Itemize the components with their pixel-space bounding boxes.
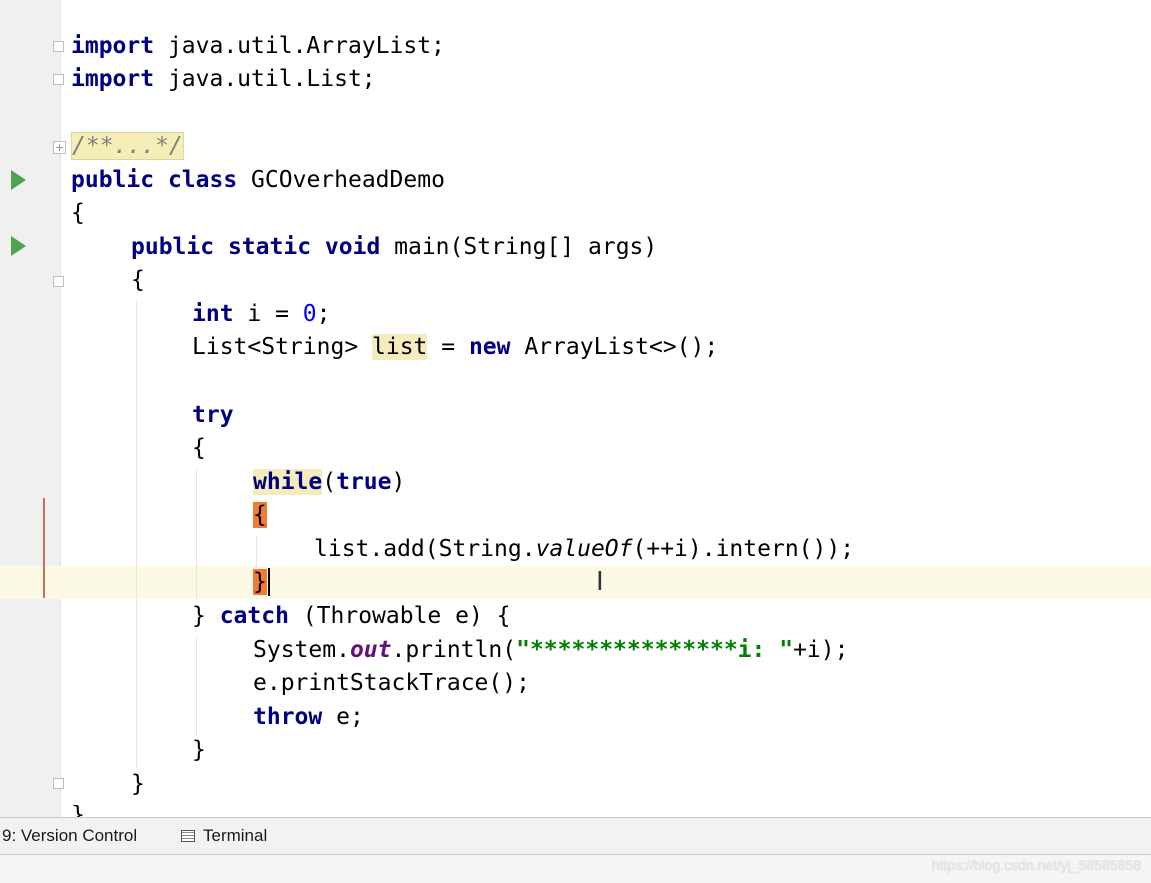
keyword: catch bbox=[219, 603, 289, 629]
code-text: ) bbox=[391, 469, 406, 495]
fold-marker-icon[interactable] bbox=[53, 41, 64, 52]
indent-guide bbox=[196, 636, 197, 736]
code-line-class-open[interactable]: { bbox=[71, 197, 85, 230]
brace: } bbox=[71, 805, 85, 817]
gutter-divider bbox=[60, 0, 61, 817]
fold-marker-icon[interactable] bbox=[53, 74, 64, 85]
matched-brace: } bbox=[253, 569, 267, 595]
indent-guide bbox=[136, 300, 137, 768]
keyword: public bbox=[131, 234, 215, 260]
code-text: (Throwable e) { bbox=[288, 603, 511, 629]
brace: { bbox=[192, 435, 206, 461]
terminal-label: Terminal bbox=[203, 826, 268, 845]
folded-javadoc[interactable]: /**...*/ bbox=[71, 132, 184, 160]
matched-brace: { bbox=[253, 502, 267, 528]
change-marker[interactable] bbox=[43, 498, 45, 598]
code-text: java.util.List; bbox=[154, 66, 376, 92]
run-class-icon[interactable] bbox=[11, 170, 26, 190]
indent-guide bbox=[196, 468, 197, 600]
expand-fold-icon[interactable]: + bbox=[53, 141, 66, 154]
string-literal: "***************i: " bbox=[516, 637, 794, 663]
fold-marker-icon[interactable] bbox=[53, 276, 64, 287]
code-text: ArrayList<>(); bbox=[510, 334, 719, 360]
code-line-while[interactable]: while(true) bbox=[253, 466, 405, 499]
code-line-catch[interactable]: } catch (Throwable e) { bbox=[192, 600, 511, 633]
brace: } bbox=[192, 737, 206, 763]
code-line-list-decl[interactable]: List<String> list = new ArrayList<>(); bbox=[192, 331, 718, 364]
number-literal: 0 bbox=[302, 301, 317, 327]
code-line-catch-close[interactable]: } bbox=[192, 734, 206, 767]
keyword: int bbox=[192, 301, 234, 327]
keyword: true bbox=[336, 469, 392, 495]
code-text: e.printStackTrace(); bbox=[253, 670, 530, 696]
code-line-throw[interactable]: throw e; bbox=[253, 701, 364, 734]
bottom-strip: https://blog.csdn.net/yj_58585858 bbox=[0, 855, 1151, 883]
version-control-tab[interactable]: 9: Version Control bbox=[2, 818, 137, 854]
keyword: import bbox=[71, 66, 155, 92]
keyword: throw bbox=[253, 704, 323, 730]
code-line-int-decl[interactable]: int i = 0; bbox=[192, 298, 331, 331]
static-method: valueOf bbox=[535, 536, 633, 562]
keyword: import bbox=[71, 33, 155, 59]
code-line-stacktrace[interactable]: e.printStackTrace(); bbox=[253, 667, 530, 700]
run-main-icon[interactable] bbox=[11, 236, 26, 256]
fold-marker-icon[interactable] bbox=[53, 778, 64, 789]
code-line-list-add[interactable]: list.add(String.valueOf(++i).intern()); bbox=[314, 533, 854, 566]
keyword: public bbox=[71, 167, 155, 193]
brace: { bbox=[71, 200, 85, 226]
code-line-while-open[interactable]: { bbox=[253, 499, 267, 532]
code-text: ; bbox=[316, 301, 331, 327]
text-caret bbox=[268, 568, 270, 596]
code-line-while-close[interactable]: } bbox=[253, 566, 267, 599]
code-text: java.util.ArrayList; bbox=[154, 33, 445, 59]
current-line-highlight bbox=[0, 566, 1151, 599]
version-control-label: 9: Version Control bbox=[2, 826, 138, 845]
code-text: (++i).intern()); bbox=[632, 536, 855, 562]
code-text: i = bbox=[233, 301, 303, 327]
mouse-ibeam-cursor: I bbox=[596, 567, 604, 597]
brace: } bbox=[131, 771, 145, 797]
highlighted-variable: list bbox=[372, 334, 428, 360]
tool-window-bar: 9: Version Control Terminal bbox=[0, 817, 1151, 855]
keyword: new bbox=[468, 334, 511, 360]
keyword: try bbox=[192, 402, 234, 428]
code-text: list.add(String. bbox=[314, 536, 536, 562]
code-line-class-decl[interactable]: public class GCOverheadDemo bbox=[71, 164, 445, 197]
code-line-import-arraylist[interactable]: import java.util.ArrayList; bbox=[71, 30, 445, 63]
brace: { bbox=[131, 267, 145, 293]
code-text: +i); bbox=[793, 637, 849, 663]
code-text: System. bbox=[253, 637, 350, 663]
code-text: ( bbox=[322, 469, 337, 495]
terminal-tab[interactable]: Terminal bbox=[181, 818, 267, 854]
code-text: .println( bbox=[391, 637, 517, 663]
code-line-println[interactable]: System.out.println("***************i: "+… bbox=[253, 634, 848, 667]
indent-guide bbox=[256, 535, 257, 568]
code-text: } bbox=[192, 603, 220, 629]
code-line-main-close[interactable]: } bbox=[131, 768, 145, 801]
code-text: main(String[] args) bbox=[380, 234, 658, 260]
code-text: e; bbox=[322, 704, 364, 730]
class-name: GCOverheadDemo bbox=[237, 167, 445, 193]
keyword: class bbox=[167, 167, 238, 193]
code-line-try[interactable]: try bbox=[192, 399, 234, 432]
code-line-import-list[interactable]: import java.util.List; bbox=[71, 63, 376, 96]
code-line-main-decl[interactable]: public static void main(String[] args) bbox=[131, 231, 657, 264]
keyword: void bbox=[324, 234, 381, 260]
watermark: https://blog.csdn.net/yj_58585858 bbox=[931, 857, 1141, 873]
code-text: = bbox=[427, 334, 469, 360]
terminal-icon bbox=[181, 830, 195, 842]
keyword: while bbox=[253, 469, 323, 495]
editor-gutter bbox=[0, 0, 60, 817]
code-text: List<String> bbox=[192, 334, 373, 360]
code-line-javadoc-fold[interactable]: /**...*/ bbox=[71, 130, 184, 163]
code-line-class-close[interactable]: } bbox=[71, 805, 85, 817]
code-line-main-open[interactable]: { bbox=[131, 264, 145, 297]
code-line-try-open[interactable]: { bbox=[192, 432, 206, 465]
keyword: static bbox=[227, 234, 312, 260]
static-field: out bbox=[349, 637, 392, 663]
